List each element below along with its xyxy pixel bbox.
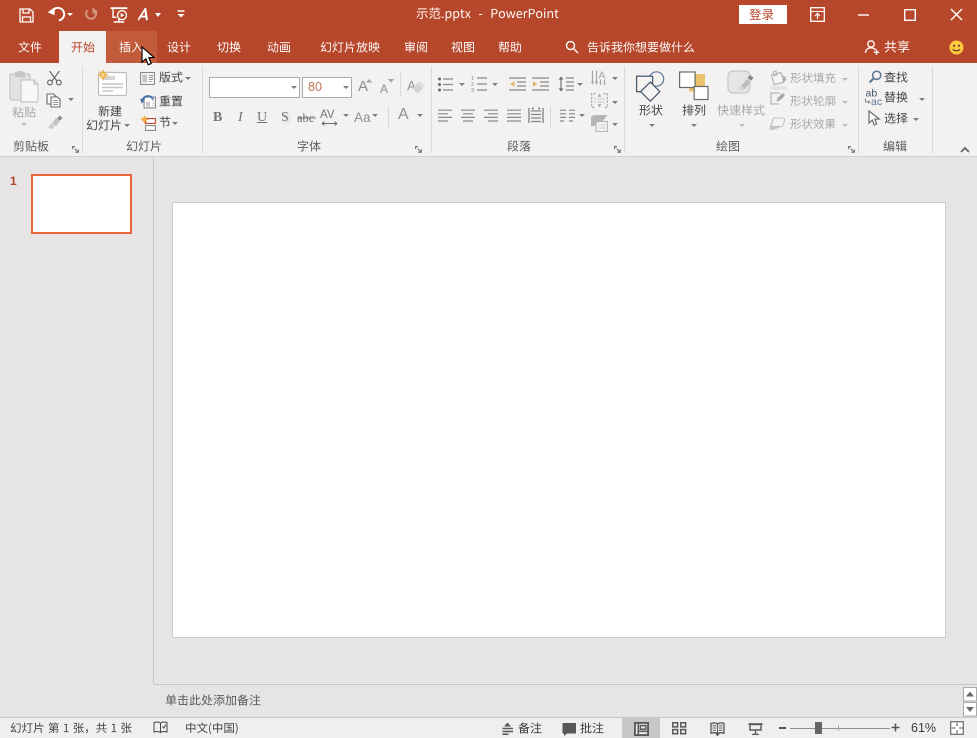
svg-text:AV: AV <box>320 109 335 121</box>
svg-text:ac: ac <box>871 96 882 106</box>
svg-text:3: 3 <box>471 88 474 93</box>
